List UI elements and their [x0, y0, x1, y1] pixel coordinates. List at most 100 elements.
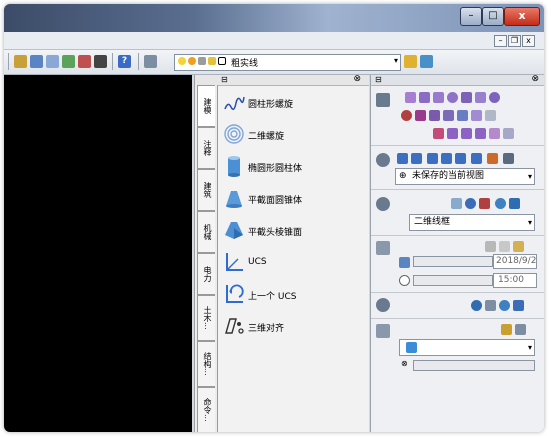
sheet-set-icon[interactable] — [78, 55, 91, 68]
mapping-icon[interactable]: ⊗ — [401, 359, 408, 368]
close-icon[interactable]: ⊗ — [353, 74, 361, 84]
tab-structural[interactable]: 结构... — [197, 341, 215, 387]
sun-properties-icon[interactable] — [499, 241, 510, 252]
tool-label: 平截头棱锥面 — [248, 228, 303, 238]
tool-ucs-previous[interactable]: 上一个 UCS — [223, 281, 363, 309]
layer-states-icon[interactable] — [144, 55, 157, 68]
loft-icon[interactable] — [471, 110, 482, 121]
markup-icon[interactable] — [94, 55, 107, 68]
tab-command[interactable]: 命令... — [197, 387, 215, 432]
doc-restore-button[interactable]: ❐ — [508, 35, 521, 47]
free-orbit-icon[interactable] — [441, 153, 452, 164]
pan-icon[interactable] — [397, 153, 408, 164]
maximize-button[interactable]: □ — [482, 7, 504, 26]
layer-manager-icon[interactable] — [30, 55, 43, 68]
doc-close-button[interactable]: x — [522, 35, 535, 47]
material-attach-icon[interactable] — [501, 324, 512, 335]
sphere-icon[interactable] — [447, 92, 458, 103]
imprint-icon[interactable] — [461, 128, 472, 139]
time-field[interactable]: 15:00 — [493, 273, 537, 288]
make-current-layer-icon[interactable] — [404, 55, 417, 68]
date-slider[interactable] — [413, 256, 493, 267]
sun-status-icon[interactable] — [485, 241, 496, 252]
material-manager-icon[interactable] — [515, 324, 526, 335]
help-icon[interactable]: ? — [118, 55, 131, 68]
pyramid-icon[interactable] — [461, 92, 472, 103]
camera-icon[interactable] — [471, 153, 482, 164]
tab-electrical[interactable]: 电力 — [197, 253, 215, 295]
2d-wireframe-icon[interactable] — [451, 198, 462, 209]
tab-civil[interactable]: 土木... — [197, 295, 215, 341]
match-properties-icon[interactable] — [14, 55, 27, 68]
mapping-slider[interactable] — [413, 360, 535, 371]
revolve-icon[interactable] — [443, 110, 454, 121]
subtract-icon[interactable] — [415, 110, 426, 121]
flatshot-icon[interactable] — [447, 128, 458, 139]
section-divider — [371, 235, 544, 236]
walk-icon[interactable] — [487, 153, 498, 164]
render-window-icon[interactable] — [513, 300, 524, 311]
layer-previous-icon[interactable] — [420, 55, 433, 68]
sweep-icon[interactable] — [457, 110, 468, 121]
realistic-icon[interactable] — [479, 198, 490, 209]
torus-icon[interactable] — [489, 92, 500, 103]
render-region-icon[interactable] — [485, 300, 496, 311]
date-value: 2018/9/2 — [496, 256, 537, 266]
tool-ucs[interactable]: UCS — [223, 249, 363, 277]
visual-style-manager-icon[interactable] — [509, 198, 520, 209]
tab-annotation[interactable]: 注释 — [197, 127, 215, 169]
3d-hidden-icon[interactable] — [465, 198, 476, 209]
tool-frustum-cone[interactable]: 平截面圆锥体 — [223, 185, 363, 213]
tool-palettes-icon[interactable] — [62, 55, 75, 68]
tab-mechanical[interactable]: 机械 — [197, 211, 215, 253]
lights-icon[interactable] — [376, 241, 390, 255]
section-plane-icon[interactable] — [433, 128, 444, 139]
shell-icon[interactable] — [475, 128, 486, 139]
section-divider — [371, 292, 544, 293]
dashboard-collapse-icon[interactable]: ⊟ — [375, 75, 382, 84]
material-select[interactable]: ▾ — [399, 339, 535, 356]
conceptual-icon[interactable] — [495, 198, 506, 209]
continuous-orbit-icon[interactable] — [455, 153, 466, 164]
tool-elliptical-cylinder[interactable]: 椭圆形圆柱体 — [223, 153, 363, 181]
render-icon[interactable] — [376, 298, 390, 312]
materials-icon[interactable] — [376, 324, 390, 338]
separate-icon[interactable] — [489, 128, 500, 139]
named-view-select[interactable]: ⊕ 未保存的当前视图 ▾ — [395, 168, 535, 185]
date-field[interactable]: 2018/9/2 — [493, 254, 537, 269]
3d-make-icon[interactable] — [376, 93, 390, 107]
close-icon[interactable]: ⊗ — [531, 74, 539, 84]
close-button[interactable]: x — [504, 7, 540, 26]
tool-3d-align[interactable]: 三维对齐 — [223, 313, 363, 341]
time-slider[interactable] — [413, 275, 493, 286]
render-settings-icon[interactable] — [499, 300, 510, 311]
3d-navigate-icon[interactable] — [376, 153, 390, 167]
tab-architectural[interactable]: 建筑 — [197, 169, 215, 211]
tool-helix[interactable]: 圆柱形螺旋 — [223, 89, 363, 117]
fly-icon[interactable] — [503, 153, 514, 164]
interfere-icon[interactable] — [503, 128, 514, 139]
tool-spiral[interactable]: 二维螺旋 — [223, 121, 363, 149]
box-icon[interactable] — [405, 92, 416, 103]
render-preview-icon[interactable] — [471, 300, 482, 311]
layer-dropdown[interactable]: 粗实线 ▾ — [174, 54, 401, 71]
geographic-location-icon[interactable] — [513, 241, 524, 252]
doc-minimize-button[interactable]: – — [494, 35, 507, 47]
slice-icon[interactable] — [485, 110, 496, 121]
palette-collapse-icon[interactable]: ⊟ — [221, 75, 228, 84]
wedge-icon[interactable] — [475, 92, 486, 103]
design-center-icon[interactable] — [46, 55, 59, 68]
tab-modeling[interactable]: 建模 — [197, 85, 215, 127]
orbit-icon[interactable] — [427, 153, 438, 164]
drawing-canvas[interactable] — [4, 75, 192, 432]
cylinder-icon[interactable] — [419, 92, 430, 103]
cone-icon[interactable] — [433, 92, 444, 103]
union-icon[interactable] — [401, 110, 412, 121]
zoom-icon[interactable] — [411, 153, 422, 164]
tool-frustum-pyramid[interactable]: 平截头棱锥面 — [223, 217, 363, 245]
minimize-button[interactable]: – — [460, 7, 482, 26]
extrude-icon[interactable] — [429, 110, 440, 121]
visual-style-icon[interactable] — [376, 197, 390, 211]
section-divider — [371, 145, 544, 146]
visual-style-select[interactable]: 二维线框 ▾ — [409, 214, 535, 231]
